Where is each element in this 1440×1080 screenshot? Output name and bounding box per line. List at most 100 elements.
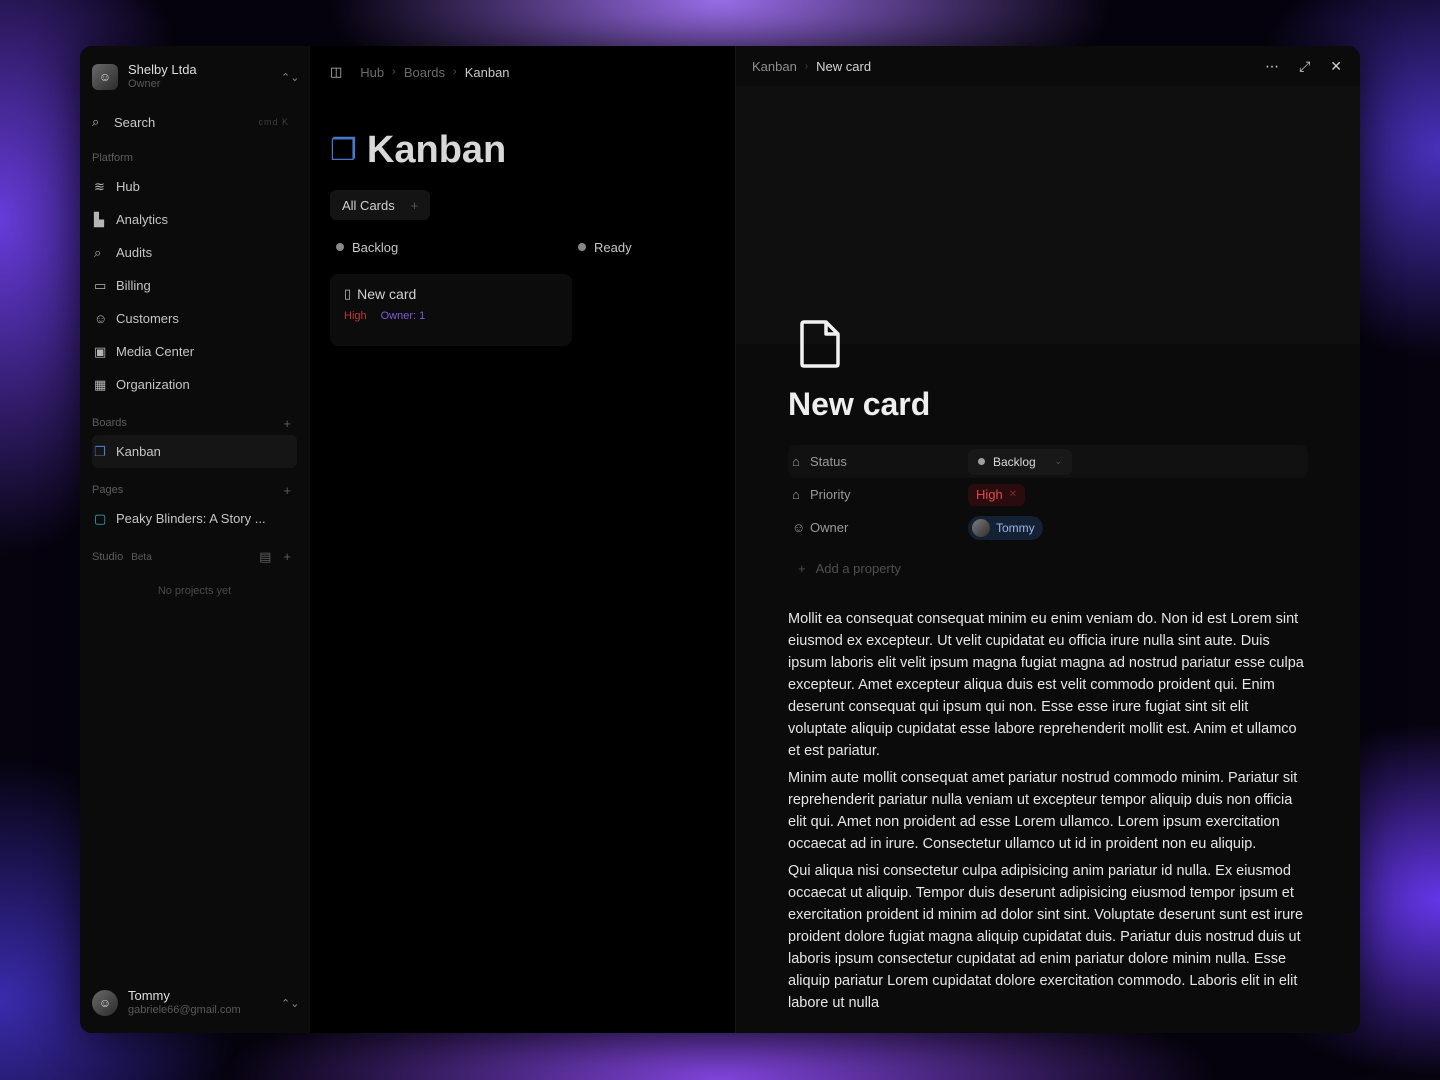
column-header[interactable]: Backlog bbox=[330, 232, 572, 262]
sidebar-item-page[interactable]: ▢ Peaky Blinders: A Story ... bbox=[92, 502, 297, 535]
property-label: Owner bbox=[810, 520, 849, 535]
credit-card-icon: ▭ bbox=[94, 277, 107, 293]
content-paragraph: Qui aliqua nisi consectetur culpa adipis… bbox=[788, 863, 1304, 1011]
chevron-updown-icon[interactable]: ⌃⌄ bbox=[281, 71, 299, 84]
owner-value: Tommy bbox=[996, 520, 1035, 535]
add-project-icon[interactable]: + bbox=[283, 549, 291, 564]
section-boards-label: Boards bbox=[92, 417, 127, 429]
board-view: ◫ Hub › Boards › Kanban ❐ Kanban All Car… bbox=[309, 46, 735, 1033]
tab-all-cards[interactable]: All Cards + bbox=[330, 190, 431, 220]
kanban-board-icon: ❐ bbox=[94, 443, 106, 459]
sidebar-item-label: Peaky Blinders: A Story ... bbox=[116, 511, 266, 526]
tag-icon: ⌂ bbox=[792, 454, 800, 469]
detail-header: Kanban › New card ⋯ ⤢ ✕ bbox=[736, 46, 1360, 86]
sidebar-item-label: Billing bbox=[116, 278, 151, 293]
document-icon[interactable] bbox=[798, 318, 842, 370]
priority-badge[interactable]: High ✕ bbox=[968, 483, 1026, 506]
column-header[interactable]: Ready bbox=[572, 232, 735, 262]
column-backlog: Backlog ▯ New card High Owner: 1 bbox=[330, 232, 572, 346]
sidebar-item-organization[interactable]: ▦ Organization bbox=[92, 368, 297, 401]
kanban-board-icon: ❐ bbox=[330, 133, 357, 167]
status-select[interactable]: Backlog ⌄ bbox=[968, 448, 1072, 475]
detail-breadcrumb-parent[interactable]: Kanban bbox=[752, 59, 797, 74]
page-icon: ▢ bbox=[94, 510, 107, 526]
detail-actions: ⋯ ⤢ ✕ bbox=[1265, 58, 1342, 75]
page-title: ❐ Kanban bbox=[330, 126, 735, 174]
sidebar-item-label: Audits bbox=[116, 245, 153, 260]
section-boards: Boards + bbox=[92, 411, 297, 435]
card-detail-panel: Kanban › New card ⋯ ⤢ ✕ New card ⌂ Statu… bbox=[735, 46, 1360, 1033]
property-status[interactable]: ⌂ Status Backlog ⌄ bbox=[788, 445, 1308, 478]
property-owner[interactable]: ☺ Owner Tommy bbox=[788, 511, 1308, 544]
sidebar-item-label: Media Center bbox=[116, 344, 195, 359]
close-icon[interactable]: ✕ bbox=[1330, 58, 1342, 75]
owner-avatar bbox=[972, 518, 990, 537]
workspace-switcher[interactable]: ☺ Shelby Ltda Owner ⌃⌄ bbox=[92, 46, 299, 104]
add-board-icon[interactable]: + bbox=[283, 416, 297, 431]
owner-chip[interactable]: Tommy bbox=[968, 515, 1043, 540]
content-paragraph: Mollit ea consequat consequat minim eu e… bbox=[788, 611, 1304, 759]
breadcrumb-boards[interactable]: Boards bbox=[404, 65, 445, 80]
card-tags: High Owner: 1 bbox=[344, 310, 558, 322]
user-name: Tommy bbox=[128, 988, 170, 1003]
workspace-avatar: ☺ bbox=[92, 64, 118, 90]
content-paragraph: Minim aute mollit consequat amet pariatu… bbox=[788, 770, 1298, 852]
card-cover[interactable] bbox=[736, 86, 1360, 344]
tag-icon: ⌂ bbox=[792, 487, 800, 502]
studio-actions: ▤ + bbox=[259, 549, 297, 565]
property-priority[interactable]: ⌂ Priority High ✕ bbox=[788, 478, 1308, 511]
add-property-label: Add a property bbox=[815, 560, 901, 576]
card-title: ▯ New card bbox=[344, 286, 558, 302]
property-label: Priority bbox=[810, 487, 851, 502]
card-title-text: New card bbox=[357, 286, 417, 302]
sidebar-item-media-center[interactable]: ▣ Media Center bbox=[92, 335, 297, 368]
card-title-heading[interactable]: New card bbox=[788, 344, 1308, 423]
section-platform-label: Platform bbox=[92, 152, 133, 164]
breadcrumb-kanban: Kanban bbox=[464, 64, 510, 80]
card-content[interactable]: Mollit ea consequat consequat minim eu e… bbox=[788, 608, 1308, 1014]
sidebar-item-analytics[interactable]: ▙ Analytics bbox=[92, 203, 297, 236]
remove-icon[interactable]: ✕ bbox=[1009, 489, 1017, 500]
sidebar-item-customers[interactable]: ☺ Customers bbox=[92, 302, 297, 335]
user-text: Tommy gabriele66@gmail.com bbox=[128, 989, 281, 1017]
sidebar-item-billing[interactable]: ▭ Billing bbox=[92, 269, 297, 302]
more-options-icon[interactable]: ⋯ bbox=[1265, 58, 1279, 75]
chevron-right-icon: › bbox=[392, 66, 396, 78]
archive-icon[interactable]: ▤ bbox=[259, 549, 271, 564]
owner-tag: Owner: 1 bbox=[380, 310, 426, 322]
add-view-icon[interactable]: + bbox=[411, 198, 419, 213]
sidebar-item-label: Hub bbox=[116, 179, 140, 194]
studio-empty-note: No projects yet bbox=[157, 585, 232, 597]
image-stack-icon: ▣ bbox=[94, 343, 107, 359]
search-icon: ⌕ bbox=[92, 114, 100, 129]
add-property-button[interactable]: + Add a property bbox=[788, 548, 1308, 588]
sidebar-item-hub[interactable]: ≋ Hub bbox=[92, 170, 297, 203]
status-value: Backlog bbox=[993, 454, 1036, 469]
toggle-sidebar-icon[interactable]: ◫ bbox=[330, 64, 342, 80]
status-dot bbox=[978, 458, 985, 465]
sidebar-item-audits[interactable]: ⌕ Audits bbox=[92, 236, 297, 269]
chevron-updown-icon[interactable]: ⌃⌄ bbox=[281, 997, 299, 1010]
expand-icon[interactable]: ⤢ bbox=[1299, 58, 1310, 75]
status-dot bbox=[578, 243, 586, 251]
page-title-text: Kanban bbox=[366, 128, 507, 171]
user-menu[interactable]: ☺ Tommy gabriele66@gmail.com ⌃⌄ bbox=[92, 985, 299, 1021]
sidebar-item-kanban[interactable]: ❐ Kanban bbox=[92, 435, 297, 468]
search-button[interactable]: ⌕ Search cmd K bbox=[92, 108, 297, 136]
sidebar-item-label: Kanban bbox=[116, 444, 161, 459]
sidebar-item-label: Analytics bbox=[116, 212, 169, 227]
sidebar-item-label: Organization bbox=[116, 377, 190, 392]
section-studio: Studio Beta ▤ + bbox=[92, 545, 297, 569]
kanban-card[interactable]: ▯ New card High Owner: 1 bbox=[330, 274, 572, 346]
breadcrumb: ◫ Hub › Boards › Kanban bbox=[330, 46, 735, 96]
users-icon: ☺ bbox=[792, 520, 806, 535]
add-page-icon[interactable]: + bbox=[283, 483, 297, 498]
building-icon: ▦ bbox=[94, 376, 107, 392]
section-platform: Platform bbox=[92, 146, 297, 170]
priority-tag: High bbox=[344, 310, 367, 322]
chevron-down-icon: ⌄ bbox=[1054, 456, 1062, 466]
breadcrumb-hub[interactable]: Hub bbox=[360, 65, 384, 80]
app-window: ☺ Shelby Ltda Owner ⌃⌄ ⌕ Search cmd K Pl… bbox=[80, 46, 1360, 1033]
search-shortcut: cmd K bbox=[258, 117, 289, 127]
column-ready: Ready bbox=[572, 232, 735, 346]
